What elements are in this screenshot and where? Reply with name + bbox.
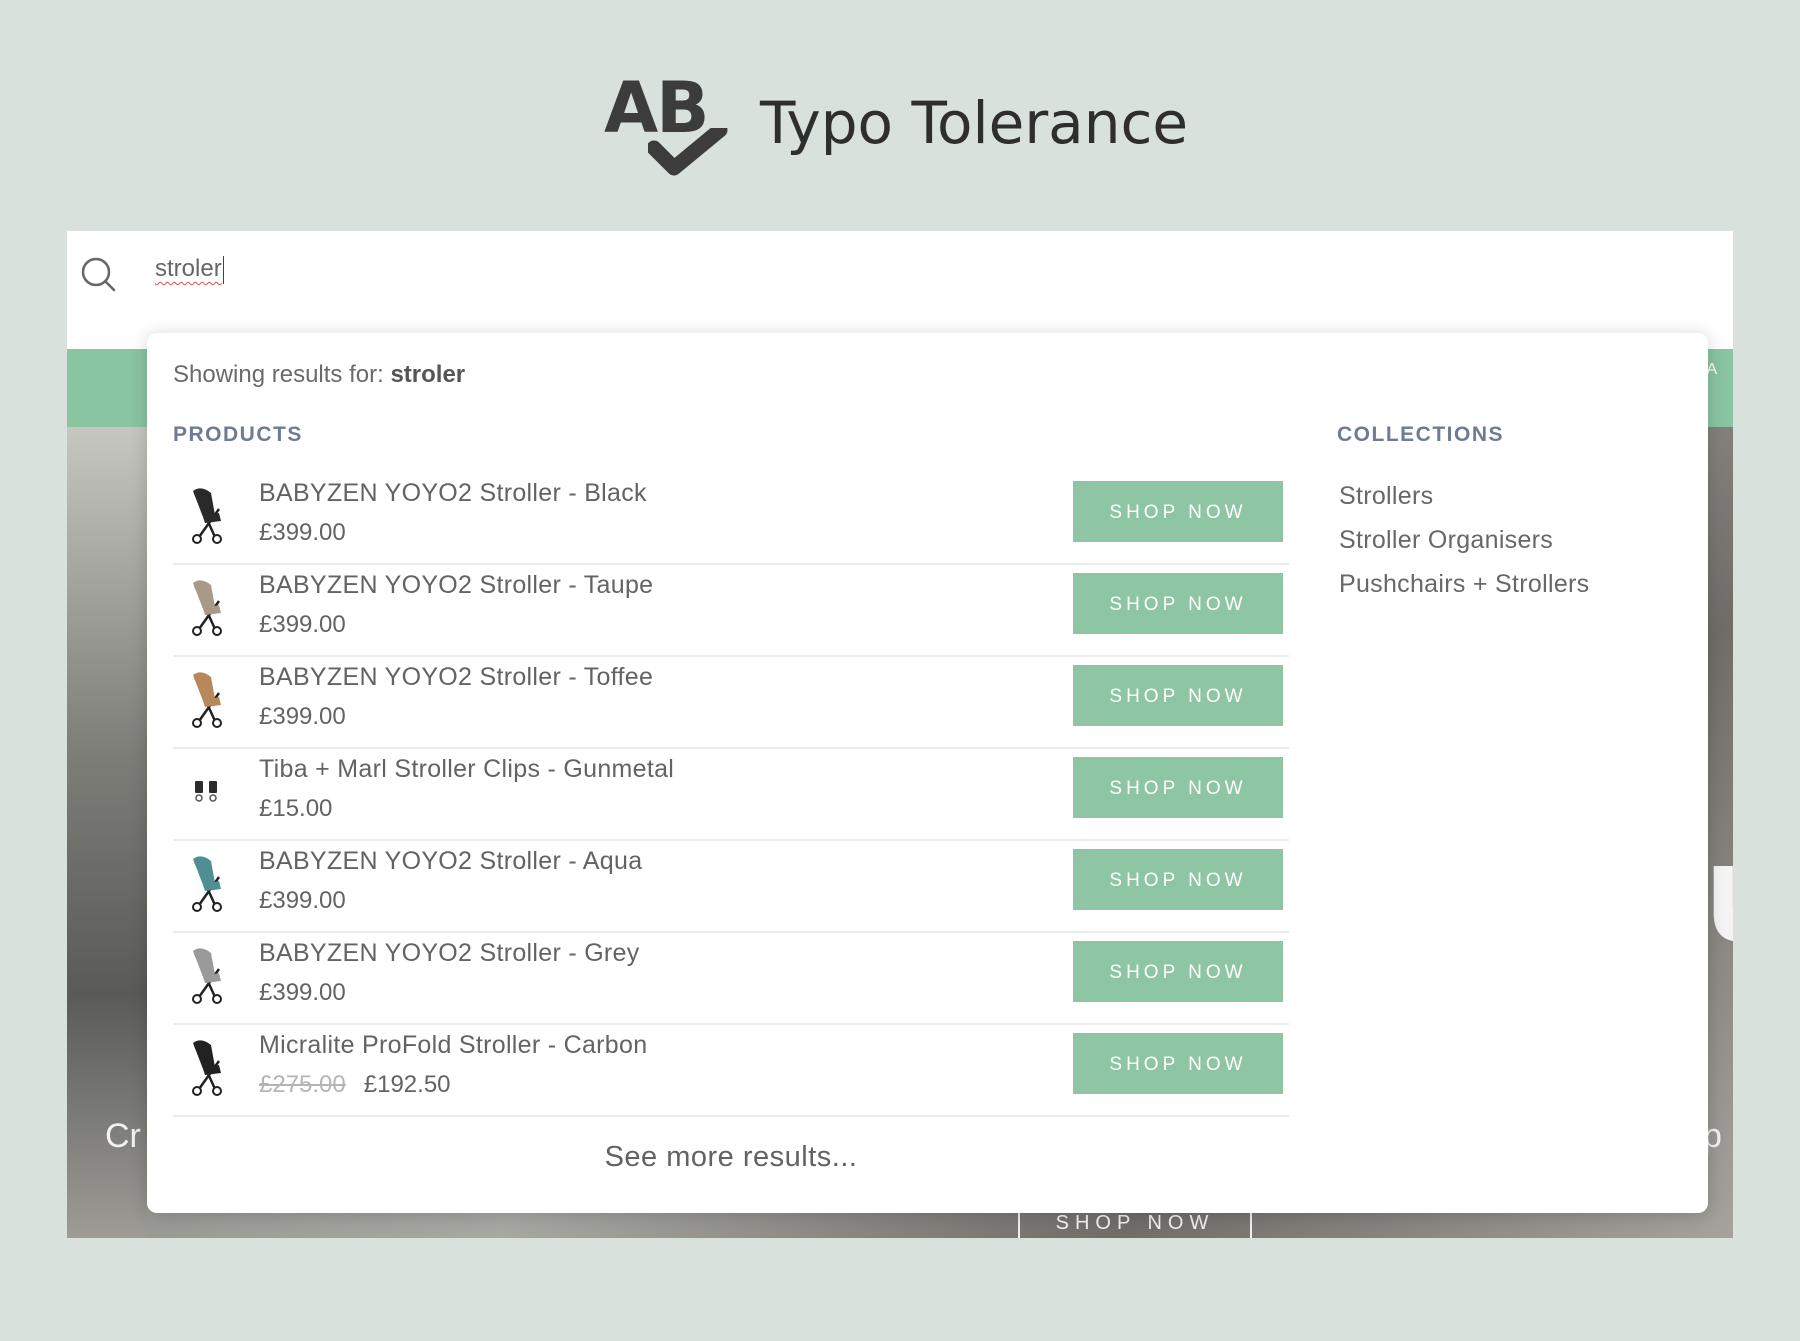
- product-row[interactable]: BABYZEN YOYO2 Stroller - Taupe £399.00 S…: [173, 565, 1289, 657]
- product-name[interactable]: BABYZEN YOYO2 Stroller - Toffee: [259, 663, 653, 692]
- typo-tolerance-logo: AB: [600, 68, 732, 186]
- price-value: £399.00: [259, 519, 346, 546]
- stroller-thumbnail[interactable]: [181, 939, 233, 1009]
- shop-now-button[interactable]: SHOP NOW: [1073, 481, 1283, 542]
- shop-now-button[interactable]: SHOP NOW: [1073, 665, 1283, 726]
- product-price: £399.00: [259, 519, 346, 547]
- stroller-thumbnail[interactable]: [181, 571, 233, 641]
- sale-price: £192.50: [363, 1071, 451, 1098]
- product-list: BABYZEN YOYO2 Stroller - Black £399.00 S…: [173, 473, 1289, 1117]
- search-results-dropdown: Showing results for: stroler PRODUCTS CO…: [147, 333, 1708, 1213]
- showing-prefix: Showing results for:: [173, 361, 391, 388]
- search-query-text: stroler: [155, 255, 222, 282]
- product-price: £275.00 £192.50: [259, 1071, 451, 1099]
- stroller-clips-thumbnail[interactable]: [181, 755, 233, 825]
- product-name[interactable]: BABYZEN YOYO2 Stroller - Grey: [259, 939, 640, 968]
- text-caret: [222, 255, 224, 284]
- product-row[interactable]: BABYZEN YOYO2 Stroller - Black £399.00 S…: [173, 473, 1289, 565]
- product-row[interactable]: BABYZEN YOYO2 Stroller - Aqua £399.00 SH…: [173, 841, 1289, 933]
- collection-link[interactable]: Strollers: [1339, 481, 1589, 525]
- page-title: Typo Tolerance: [760, 89, 1189, 157]
- price-value: £15.00: [259, 795, 333, 822]
- checkmark-icon: [648, 128, 728, 176]
- product-name[interactable]: BABYZEN YOYO2 Stroller - Aqua: [259, 847, 642, 876]
- product-price: £399.00: [259, 979, 346, 1007]
- see-more-results-link[interactable]: See more results...: [147, 1141, 1315, 1174]
- product-price: £15.00: [259, 795, 332, 823]
- hero-text-left: Cr: [105, 1117, 141, 1155]
- product-row[interactable]: BABYZEN YOYO2 Stroller - Grey £399.00 SH…: [173, 933, 1289, 1025]
- shop-now-button[interactable]: SHOP NOW: [1073, 941, 1283, 1002]
- products-heading: PRODUCTS: [173, 423, 303, 446]
- shop-now-button[interactable]: SHOP NOW: [1073, 1033, 1283, 1094]
- collections-heading: COLLECTIONS: [1337, 423, 1504, 446]
- price-value: £399.00: [259, 887, 346, 914]
- stroller-thumbnail[interactable]: [181, 847, 233, 917]
- product-price: £399.00: [259, 887, 346, 915]
- price-value: £399.00: [259, 703, 346, 730]
- stroller-thumbnail[interactable]: [181, 1031, 233, 1101]
- price-value: £399.00: [259, 979, 346, 1006]
- collection-list: Strollers Stroller Organisers Pushchairs…: [1339, 481, 1589, 613]
- product-name[interactable]: Micralite ProFold Stroller - Carbon: [259, 1031, 647, 1060]
- product-row[interactable]: Micralite ProFold Stroller - Carbon £275…: [173, 1025, 1289, 1117]
- collection-link[interactable]: Stroller Organisers: [1339, 525, 1589, 569]
- shop-now-button[interactable]: SHOP NOW: [1073, 849, 1283, 910]
- page-header: AB Typo Tolerance: [0, 60, 1800, 190]
- product-row[interactable]: Tiba + Marl Stroller Clips - Gunmetal £1…: [173, 749, 1289, 841]
- original-price: £275.00: [259, 1071, 346, 1098]
- collection-link[interactable]: Pushchairs + Strollers: [1339, 569, 1589, 613]
- corrected-term: stroler: [390, 361, 466, 388]
- stroller-thumbnail[interactable]: [181, 479, 233, 549]
- search-bar: stroler: [67, 231, 1733, 349]
- stroller-thumbnail[interactable]: [181, 663, 233, 733]
- product-price: £399.00: [259, 611, 346, 639]
- search-icon[interactable]: [79, 255, 119, 295]
- shop-now-button[interactable]: SHOP NOW: [1073, 573, 1283, 634]
- showing-results-label: Showing results for: stroler: [173, 361, 465, 389]
- price-value: £399.00: [259, 611, 346, 638]
- search-input[interactable]: stroler: [155, 249, 755, 289]
- product-row[interactable]: BABYZEN YOYO2 Stroller - Toffee £399.00 …: [173, 657, 1289, 749]
- product-name[interactable]: BABYZEN YOYO2 Stroller - Black: [259, 479, 647, 508]
- product-name[interactable]: Tiba + Marl Stroller Clips - Gunmetal: [259, 755, 674, 784]
- hero-heading-fragment: u: [1705, 811, 1733, 973]
- product-name[interactable]: BABYZEN YOYO2 Stroller - Taupe: [259, 571, 653, 600]
- shop-now-button[interactable]: SHOP NOW: [1073, 757, 1283, 818]
- product-price: £399.00: [259, 703, 346, 731]
